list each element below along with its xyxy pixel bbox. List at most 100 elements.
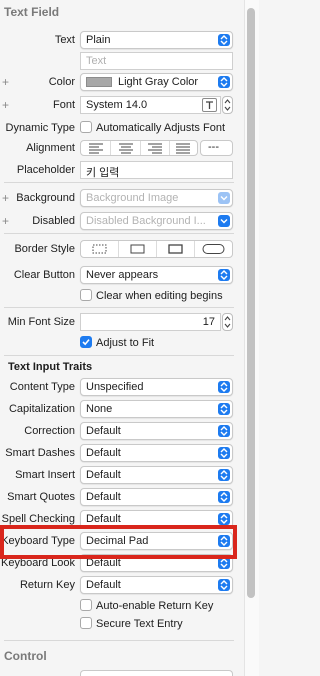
correction-value: Default xyxy=(86,425,121,437)
background-image-placeholder: Background Image xyxy=(86,192,179,204)
min-font-size-stepper[interactable] xyxy=(222,313,233,331)
text-type-popup[interactable]: Plain xyxy=(80,31,233,49)
row-auto-enable-return-key: Auto-enable Return Key xyxy=(0,596,259,616)
content-type-popup[interactable]: Unspecified xyxy=(80,378,233,396)
secure-text-entry-checkbox[interactable] xyxy=(80,617,92,629)
smart-insert-value: Default xyxy=(86,469,121,481)
return-key-value: Default xyxy=(86,579,121,591)
spell-checking-value: Default xyxy=(86,513,121,525)
keyboard-look-label: Keyboard Look xyxy=(1,557,75,569)
disabled-background-combo[interactable]: Disabled Background I... xyxy=(80,212,233,230)
color-label: Color xyxy=(48,76,75,88)
row-return-key: Return Key Default xyxy=(0,575,259,595)
align-center-icon[interactable] xyxy=(111,141,141,155)
plus-icon[interactable]: + xyxy=(2,214,9,228)
clear-when-editing-checkbox[interactable] xyxy=(80,289,92,301)
align-justify-icon[interactable] xyxy=(170,141,197,155)
font-label: Font xyxy=(52,99,75,111)
smart-quotes-value: Default xyxy=(86,491,121,503)
border-bezel-icon[interactable] xyxy=(157,241,195,257)
adjust-to-fit-checkbox[interactable] xyxy=(80,336,92,348)
chevron-updown-icon xyxy=(218,381,230,393)
text-content-field[interactable]: Text xyxy=(80,52,233,70)
font-size-stepper[interactable] xyxy=(222,96,233,114)
color-popup[interactable]: Light Gray Color xyxy=(80,73,233,91)
text-content-placeholder: Text xyxy=(86,55,107,67)
row-smart-insert: Smart Insert Default xyxy=(0,465,259,485)
secure-text-entry-label: Secure Text Entry xyxy=(96,618,183,630)
row-border-style: Border Style xyxy=(0,239,259,259)
placeholder-field[interactable]: 키 입력 xyxy=(80,161,233,179)
capitalization-popup[interactable]: None xyxy=(80,400,233,418)
chevron-down-icon xyxy=(218,192,230,204)
spell-checking-label: Spell Checking xyxy=(1,513,75,525)
alignment-natural-button[interactable]: --- xyxy=(200,140,233,156)
divider xyxy=(4,182,234,183)
spell-checking-popup[interactable]: Default xyxy=(80,510,233,528)
chevron-updown-icon xyxy=(218,447,230,459)
background-image-combo[interactable]: Background Image xyxy=(80,189,233,207)
alignment-label: Alignment xyxy=(26,142,75,154)
row-alignment: Alignment --- xyxy=(0,138,259,158)
chevron-updown-icon xyxy=(218,535,230,547)
row-keyboard-look: Keyboard Look Default xyxy=(0,553,259,573)
keyboard-look-value: Default xyxy=(86,557,121,569)
control-alignment-segmented-control[interactable] xyxy=(80,670,233,676)
chevron-updown-icon xyxy=(218,557,230,569)
return-key-popup[interactable]: Default xyxy=(80,576,233,594)
row-spell-checking: Spell Checking Default xyxy=(0,509,259,529)
attributes-inspector: Text Field Text Plain Text + Color Light… xyxy=(0,0,259,676)
font-picker-icon[interactable] xyxy=(202,98,217,112)
clear-button-popup[interactable]: Never appears xyxy=(80,266,233,284)
min-font-size-field[interactable]: 17 xyxy=(80,313,221,331)
auto-enable-return-key-checkbox[interactable] xyxy=(80,599,92,611)
row-capitalization: Capitalization None xyxy=(0,399,259,419)
smart-dashes-label: Smart Dashes xyxy=(5,447,75,459)
plus-icon[interactable]: + xyxy=(2,98,9,112)
divider xyxy=(4,307,234,308)
chevron-updown-icon xyxy=(218,491,230,503)
smart-quotes-label: Smart Quotes xyxy=(7,491,75,503)
plus-icon[interactable]: + xyxy=(2,75,9,89)
row-disabled: + Disabled Disabled Background I... xyxy=(0,211,259,231)
divider xyxy=(4,233,234,234)
capitalization-value: None xyxy=(86,403,113,415)
row-background: + Background Background Image xyxy=(0,188,259,208)
section-title-text-input-traits: Text Input Traits xyxy=(8,361,93,373)
smart-insert-label: Smart Insert xyxy=(15,469,75,481)
border-line-icon[interactable] xyxy=(119,241,157,257)
align-left-icon[interactable] xyxy=(81,141,111,155)
smart-insert-popup[interactable]: Default xyxy=(80,466,233,484)
border-none-icon[interactable] xyxy=(81,241,119,257)
dynamic-type-checkbox[interactable] xyxy=(80,121,92,133)
placeholder-label: Placeholder xyxy=(16,164,75,176)
keyboard-type-value: Decimal Pad xyxy=(86,535,149,547)
row-text: Text Plain xyxy=(0,30,259,50)
smart-quotes-popup[interactable]: Default xyxy=(80,488,233,506)
font-value: System 14.0 xyxy=(86,99,148,111)
divider xyxy=(4,640,234,641)
disabled-background-placeholder: Disabled Background I... xyxy=(86,215,206,227)
content-type-label: Content Type xyxy=(9,381,75,393)
chevron-updown-icon xyxy=(218,403,230,415)
plus-icon[interactable]: + xyxy=(2,191,9,205)
smart-dashes-value: Default xyxy=(86,447,121,459)
align-right-icon[interactable] xyxy=(141,141,170,155)
correction-popup[interactable]: Default xyxy=(80,422,233,440)
adjust-to-fit-label: Adjust to Fit xyxy=(96,337,155,349)
row-keyboard-type: Keyboard Type Decimal Pad xyxy=(0,531,259,551)
scrollbar-thumb[interactable] xyxy=(247,8,255,598)
keyboard-type-popup[interactable]: Decimal Pad xyxy=(80,532,233,550)
row-smart-dashes: Smart Dashes Default xyxy=(0,443,259,463)
keyboard-look-popup[interactable]: Default xyxy=(80,554,233,572)
min-font-size-label: Min Font Size xyxy=(7,316,75,328)
correction-label: Correction xyxy=(24,425,75,437)
clear-when-editing-label: Clear when editing begins xyxy=(96,290,223,302)
smart-dashes-popup[interactable]: Default xyxy=(80,444,233,462)
font-field[interactable]: System 14.0 xyxy=(80,96,221,114)
row-correction: Correction Default xyxy=(0,421,259,441)
border-rounded-icon[interactable] xyxy=(195,241,232,257)
auto-enable-return-key-label: Auto-enable Return Key xyxy=(96,600,214,612)
row-clear-button: Clear Button Never appears xyxy=(0,265,259,285)
keyboard-type-label: Keyboard Type xyxy=(1,535,75,547)
